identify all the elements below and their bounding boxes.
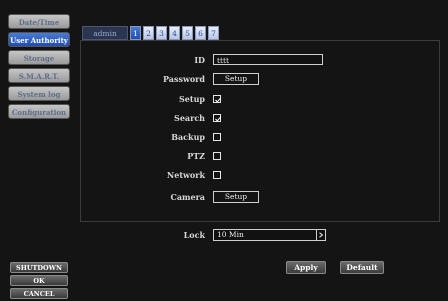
search-permission-row: Search xyxy=(0,111,448,125)
check-icon xyxy=(215,97,222,103)
system-buttons: SHUTDOWN OK CANCEL xyxy=(10,262,68,301)
tab-user-4[interactable]: 4 xyxy=(169,26,180,40)
lock-select[interactable]: 10 Min xyxy=(213,229,326,241)
ok-button[interactable]: OK xyxy=(10,275,68,286)
setup-permission-label: Setup xyxy=(179,94,205,104)
tab-user-6[interactable]: 6 xyxy=(195,26,206,40)
tab-user-7[interactable]: 7 xyxy=(208,26,219,40)
sidebar-item-user-authority[interactable]: User Authority xyxy=(8,32,70,47)
check-icon xyxy=(215,116,222,122)
password-setup-button[interactable]: Setup xyxy=(213,73,259,85)
camera-setup-button[interactable]: Setup xyxy=(213,191,259,203)
network-permission-row: Network xyxy=(0,168,448,182)
id-row: ID tttt xyxy=(0,53,448,67)
shutdown-button[interactable]: SHUTDOWN xyxy=(10,262,68,273)
setup-permission-row: Setup xyxy=(0,92,448,106)
search-permission-label: Search xyxy=(174,113,205,123)
backup-permission-row: Backup xyxy=(0,130,448,144)
password-label: Password xyxy=(162,74,205,84)
tab-user-5[interactable]: 5 xyxy=(182,26,193,40)
tab-user-1[interactable]: 1 xyxy=(130,26,141,40)
id-input[interactable]: tttt xyxy=(213,54,323,65)
dropdown-arrow[interactable] xyxy=(316,230,325,240)
user-tab-bar: admin 1 2 3 4 5 6 7 xyxy=(82,26,219,40)
cancel-button[interactable]: CANCEL xyxy=(10,288,68,299)
chevron-right-icon xyxy=(319,232,324,238)
network-permission-label: Network xyxy=(166,170,205,180)
ptz-permission-checkbox[interactable] xyxy=(213,152,221,160)
backup-permission-checkbox[interactable] xyxy=(213,133,221,141)
default-button[interactable]: Default xyxy=(340,261,384,274)
backup-permission-label: Backup xyxy=(171,132,205,142)
camera-label: Camera xyxy=(170,192,205,202)
id-label: ID xyxy=(194,55,205,65)
password-row: Password Setup xyxy=(0,72,448,86)
apply-button[interactable]: Apply xyxy=(286,261,326,274)
lock-select-value: 10 Min xyxy=(217,230,244,239)
tab-user-3[interactable]: 3 xyxy=(156,26,167,40)
search-permission-checkbox[interactable] xyxy=(213,114,222,122)
ptz-permission-row: PTZ xyxy=(0,149,448,163)
lock-label: Lock xyxy=(183,230,205,240)
setup-permission-checkbox[interactable] xyxy=(213,95,222,103)
tab-admin[interactable]: admin xyxy=(82,26,128,40)
tab-user-2[interactable]: 2 xyxy=(143,26,154,40)
camera-row: Camera Setup xyxy=(0,190,448,204)
sidebar-item-date-time[interactable]: Date/Time xyxy=(8,14,70,29)
ptz-permission-label: PTZ xyxy=(187,151,205,161)
network-permission-checkbox[interactable] xyxy=(213,171,221,179)
lock-row: Lock 10 Min xyxy=(0,228,448,242)
